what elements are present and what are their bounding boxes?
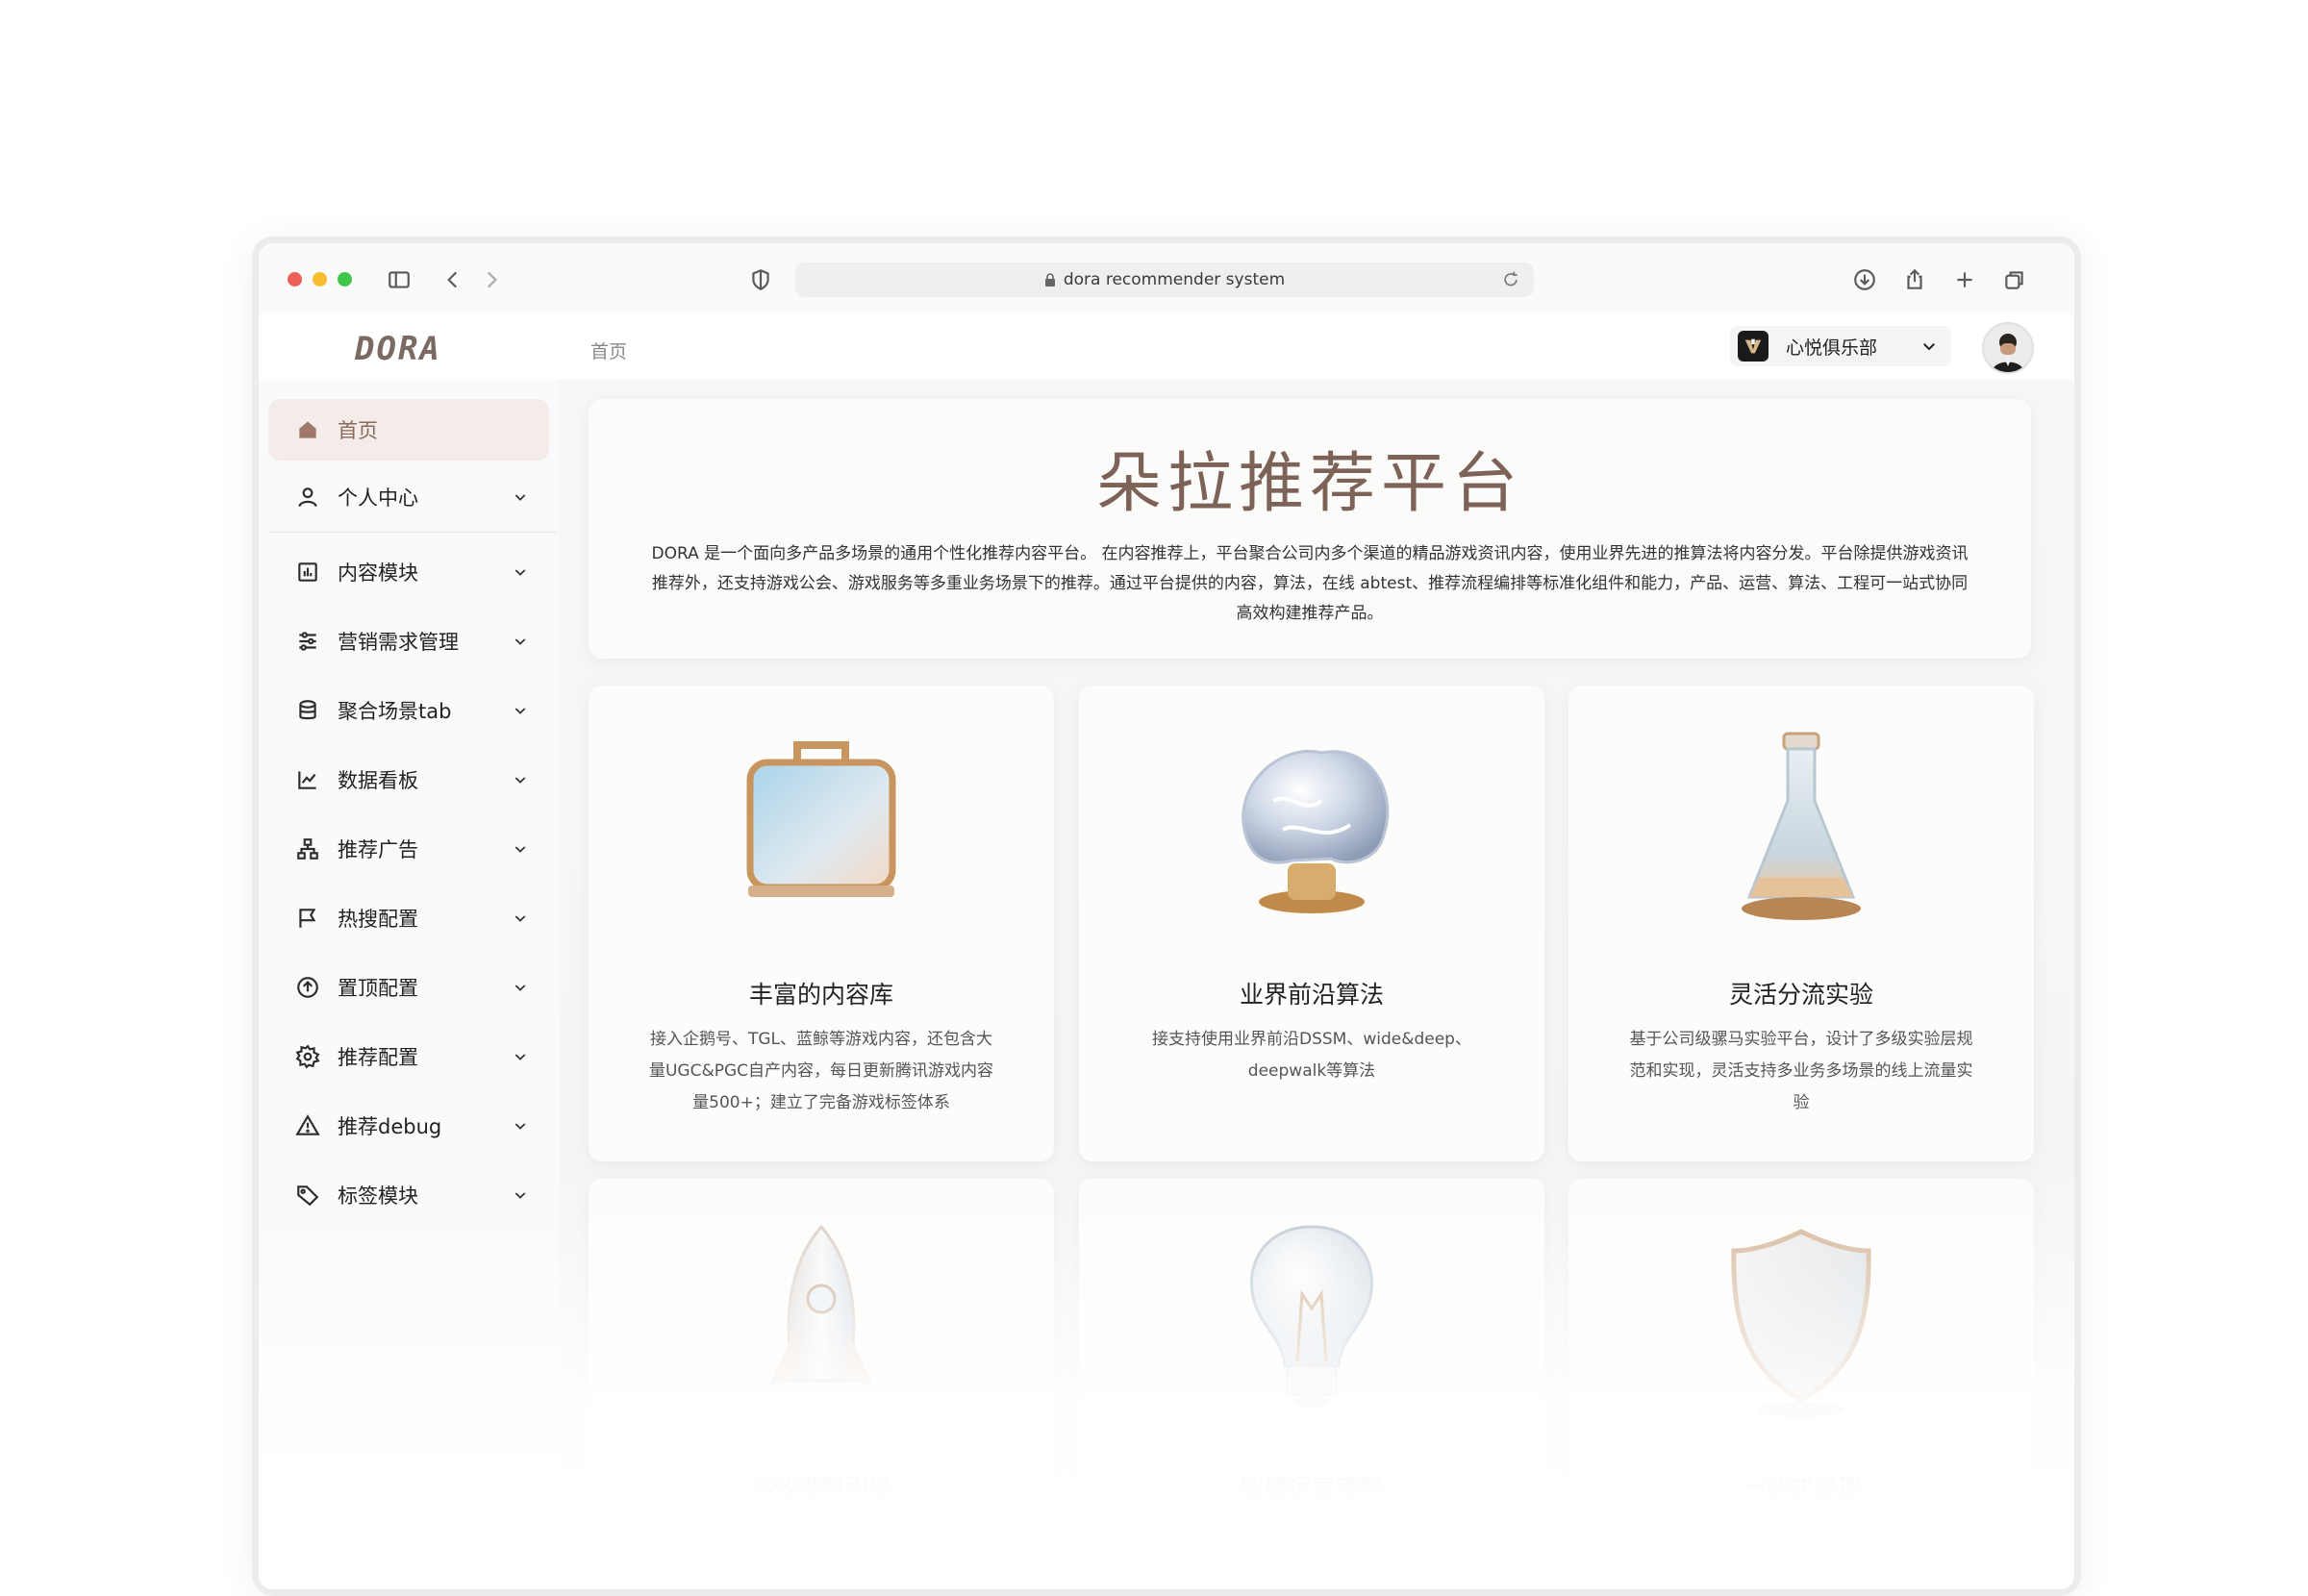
intro-description: DORA 是一个面向多产品多场景的通用个性化推荐内容平台。 在内容推荐上，平台聚… [651, 544, 1969, 623]
warning-icon [295, 1113, 320, 1138]
feature-card-title: 一站式管理 [1741, 1474, 1862, 1502]
sidebar-item-10[interactable]: 推荐debug [268, 1095, 549, 1157]
chevron-down-icon [513, 1118, 528, 1134]
chevron-down-icon [513, 1049, 528, 1064]
arrow-up-circle-icon [295, 975, 320, 1000]
breadcrumb: 首页 [590, 341, 628, 362]
address-bar[interactable]: dora recommender system [795, 262, 1534, 297]
forward-icon[interactable] [476, 264, 507, 295]
dora-logo[interactable]: DORA [355, 330, 441, 368]
flask-icon [1742, 732, 1861, 920]
feature-card[interactable]: 敏捷运营策略 [1079, 1179, 1544, 1589]
feature-card-description: 接支持使用业界前沿DSSM、wide&deep、deepwalk等算法 [1152, 1030, 1471, 1081]
download-icon[interactable] [1849, 264, 1880, 295]
flag-icon [295, 906, 320, 931]
reload-icon[interactable] [1501, 270, 1520, 289]
feature-card-description: 接入企鹅号、TGL、蓝鲸等游戏内容，还包含大量UGC&PGC自产内容，每日更新腾… [648, 1030, 994, 1112]
feature-card-title: 丰富的内容库 [748, 981, 893, 1009]
feature-card[interactable]: 业界前沿算法接支持使用业界前沿DSSM、wide&deep、deepwalk等算… [1079, 686, 1544, 1161]
sidebar-item-label: 营销需求管理 [338, 631, 459, 654]
app-header: DORA 首页 心悦俱乐部 [259, 314, 2074, 381]
sidebar-item-5[interactable]: 数据看板 [268, 749, 549, 810]
sidebar-item-label: 聚合场景tab [338, 700, 452, 723]
gear-icon [295, 1044, 320, 1069]
sidebar-item-0[interactable]: 首页 [268, 399, 549, 461]
intro-card: 朵拉推荐平台 DORA 是一个面向多产品多场景的通用个性化推荐内容平台。 在内容… [589, 399, 2031, 659]
page-title: 朵拉推荐平台 [1095, 446, 1523, 522]
url-text: dora recommender system [1063, 270, 1286, 289]
chevron-down-icon [513, 489, 528, 505]
lock-icon [1044, 273, 1055, 287]
org-name: 心悦俱乐部 [1786, 337, 1878, 359]
briefcase-icon [746, 741, 896, 897]
chart-box-icon [295, 560, 320, 585]
sidebar-item-4[interactable]: 聚合场景tab [268, 680, 549, 741]
sidebar: 首页个人中心内容模块营销需求管理 聚合场景tab 数据看板推荐广告热搜配置置顶配置推… [259, 380, 559, 1589]
sidebar-item-label: 标签模块 [338, 1185, 418, 1208]
brain-icon [1242, 750, 1390, 913]
sidebar-item-9[interactable]: 推荐配置 [268, 1026, 549, 1087]
feature-card-title: 灵活分流实验 [1728, 981, 1873, 1009]
sidebar-item-1[interactable]: 个人中心 [268, 466, 549, 528]
home-icon [295, 417, 320, 442]
sidebar-item-2[interactable]: 内容模块 [268, 541, 549, 603]
org-tree-icon [295, 836, 320, 861]
rocket-icon [768, 1224, 874, 1385]
org-logo-icon [1738, 331, 1769, 362]
feature-card-title: 业界前沿算法 [1239, 981, 1384, 1009]
sidebar-item-label: 内容模块 [338, 561, 418, 585]
feature-card[interactable]: 丰富的内容库接入企鹅号、TGL、蓝鲸等游戏内容，还包含大量UGC&PGC自产内容… [589, 686, 1054, 1161]
sidebar-item-11[interactable]: 标签模块 [268, 1164, 549, 1226]
sidebar-item-label: 推荐配置 [338, 1046, 418, 1069]
chevron-down-icon [513, 1187, 528, 1203]
chevron-down-icon [513, 841, 528, 857]
database-icon [295, 698, 320, 723]
sidebar-item-label: 置顶配置 [338, 977, 418, 1000]
chevron-down-icon [513, 980, 528, 995]
sidebar-item-label: 推荐debug [338, 1115, 442, 1138]
new-tab-icon[interactable] [1949, 264, 1980, 295]
browser-window: dora recommender system DORA 首页 心悦俱乐部 首页… [252, 237, 2081, 1596]
share-icon[interactable] [1899, 264, 1930, 295]
sidebar-item-label: 个人中心 [338, 486, 418, 510]
user-icon [295, 485, 320, 510]
close-window-button[interactable] [288, 272, 302, 287]
sidebar-item-label: 热搜配置 [338, 908, 418, 931]
sidebar-item-label: 数据看板 [338, 769, 418, 792]
user-avatar[interactable] [1982, 322, 2034, 374]
minimize-window-button[interactable] [313, 272, 327, 287]
feature-card[interactable]: 高效推荐引擎 [589, 1179, 1054, 1589]
chevron-down-icon [513, 910, 528, 926]
shield-icon [1731, 1229, 1871, 1417]
chevron-down-icon [513, 703, 528, 718]
feature-card-description: 基于公司级骡马实验平台，设计了多级实验层规范和实现，灵活支持多业务多场景的线上流… [1629, 1030, 1973, 1112]
tabs-overview-icon[interactable] [1999, 264, 2030, 295]
tag-icon [295, 1183, 320, 1208]
back-icon[interactable] [438, 264, 468, 295]
org-switcher[interactable]: 心悦俱乐部 [1730, 326, 1951, 366]
feature-card[interactable]: 一站式管理 [1568, 1179, 2034, 1589]
chevron-down-icon [513, 634, 528, 649]
sidebar-item-label: 推荐广告 [338, 838, 418, 861]
browser-titlebar: dora recommender system [259, 243, 2074, 314]
sidebar-item-3[interactable]: 营销需求管理 [268, 611, 549, 672]
sidebar-item-8[interactable]: 置顶配置 [268, 957, 549, 1018]
chevron-down-icon [513, 772, 528, 787]
sliders-icon [295, 629, 320, 654]
line-chart-icon [295, 767, 320, 792]
sidebar-item-7[interactable]: 热搜配置 [268, 887, 549, 949]
maximize-window-button[interactable] [338, 272, 352, 287]
feature-card[interactable]: 灵活分流实验基于公司级骡马实验平台，设计了多级实验层规范和实现，灵活支持多业务多… [1568, 686, 2034, 1161]
privacy-shield-icon[interactable] [745, 264, 776, 295]
sidebar-item-6[interactable]: 推荐广告 [268, 818, 549, 880]
chevron-down-icon [513, 564, 528, 580]
sidebar-item-label: 首页 [338, 419, 378, 442]
sidebar-divider [268, 532, 557, 533]
feature-card-title: 敏捷运营策略 [1239, 1474, 1384, 1502]
chevron-down-icon [1923, 343, 1935, 351]
sidebar-toggle-icon[interactable] [384, 264, 414, 295]
feature-card-title: 高效推荐引擎 [748, 1474, 893, 1502]
lightbulb-icon [1249, 1225, 1374, 1409]
